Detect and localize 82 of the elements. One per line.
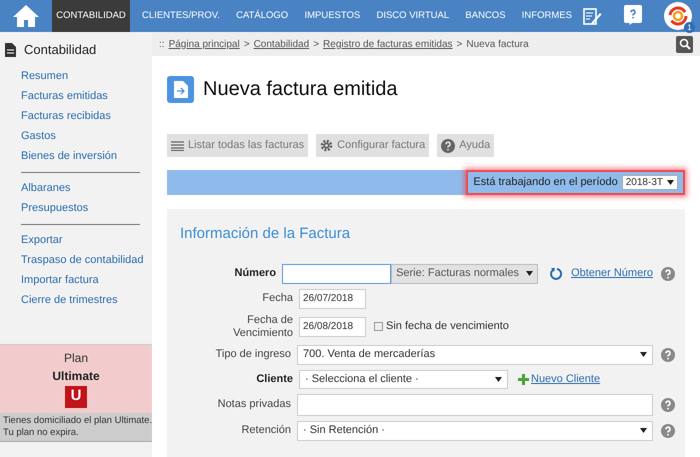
nav-tab[interactable]: CLIENTES/PROV. [138,0,224,32]
breadcrumb-link[interactable]: Página principal [168,36,240,52]
plan-name: Ultimate [52,368,100,384]
plan-note: Tu plan no expira. [3,426,80,438]
number-input[interactable] [282,264,392,284]
help-icon[interactable] [661,348,675,362]
list-icon [171,140,184,150]
nav-tab[interactable]: CATÁLOGO [232,0,292,32]
sidebar-link[interactable]: Facturas emitidas [21,86,108,106]
sidebar-title: Contabilidad [24,41,96,59]
document-icon [5,42,16,57]
plan-note: Tienes domiciliado el plan Ultimate. [3,414,149,426]
period-label: Está trabajando en el período [473,175,618,190]
breadcrumb-separator: > [313,38,320,52]
swirl-logo-icon [668,6,688,26]
sidebar-link[interactable]: Traspaso de contabilidad [21,250,144,270]
new-client-link[interactable]: Nuevo Cliente [531,370,600,388]
sidebar-link[interactable]: Resumen [21,66,68,86]
help-icon [441,138,456,152]
gear-icon [320,139,334,152]
breadcrumb-separator: > [456,38,462,52]
sidebar-link[interactable]: Bienes de inversión [21,146,118,166]
help-icon[interactable] [624,5,642,27]
sidebar-link[interactable]: Albaranes [21,178,71,198]
caret-icon [667,180,674,185]
caret-icon [640,428,647,433]
nav-tab[interactable]: BANCOS [461,0,510,32]
field-label: Cliente [256,372,293,387]
sidebar-link[interactable]: Exportar [21,230,63,250]
field-label: Notas privadas [218,397,291,412]
breadcrumb-separator: > [244,38,250,52]
field-label: Fecha de Vencimiento [233,314,293,340]
field-label: Tipo de ingreso [216,347,291,362]
clipboard-pencil-icon[interactable] [582,6,602,26]
breadcrumb-link[interactable]: Contabilidad [254,36,310,52]
help-icon[interactable] [661,398,675,412]
plan-badge: U [65,386,87,408]
refresh-icon [550,267,564,280]
form-title: Información de la Factura [180,224,352,244]
invoice-icon [167,76,194,102]
nav-tab[interactable]: CONTABILIDAD [52,0,130,32]
toolbar-button[interactable]: Configurar factura [316,134,430,157]
toolbar-button[interactable]: Ayuda [437,134,494,157]
obtain-number-link[interactable]: Obtener Número [571,265,653,282]
caret-icon [495,376,502,382]
nav-tab[interactable]: INFORMES [518,0,576,32]
retention-select[interactable]: · Sin Retención · [297,420,653,440]
sidebar-link[interactable]: Importar factura [21,270,99,290]
field-label: Fecha [262,291,293,306]
private-notes-field[interactable] [297,394,653,416]
help-icon[interactable] [661,424,675,438]
sidebar-link[interactable]: Gastos [21,126,56,146]
search-button[interactable] [676,36,693,52]
income-type-select[interactable]: 700. Venta de mercaderías [297,344,653,364]
notification-badge: 1 [684,22,695,33]
no-due-date-checkbox[interactable] [374,322,383,331]
help-icon[interactable] [661,266,675,280]
breadcrumb-current: Nueva factura [466,38,529,52]
page-title: Nueva factura emitida [203,77,398,102]
avatar-logo[interactable] [664,2,692,30]
nav-tab[interactable]: DISCO VIRTUAL [372,0,454,32]
nav-tab[interactable]: IMPUESTOS [300,0,364,32]
series-select[interactable]: Serie: Facturas normales [391,264,538,284]
client-select[interactable]: · Selecciona el cliente · [299,370,508,388]
sidebar-link[interactable]: Facturas recibidas [21,106,111,126]
plus-icon [518,374,529,384]
breadcrumb-link[interactable]: Registro de facturas emitidas [323,36,453,52]
plan-label: Plan [64,350,88,366]
search-icon [678,38,690,50]
toolbar-button[interactable]: Listar todas las facturas [167,134,308,157]
checkbox-label: Sin fecha de vencimiento [386,319,509,334]
sidebar-link[interactable]: Presupuestos [21,198,88,218]
caret-icon [526,271,534,276]
sidebar-link[interactable]: Cierre de trimestres [21,290,118,310]
home-icon[interactable] [12,4,40,28]
field-label: Retención [241,423,291,438]
period-select[interactable]: 2018-3T [622,175,678,190]
field-label: Número [234,266,276,282]
due-date-input[interactable]: 26/08/2018 [299,316,366,336]
breadcrumb-prefix: :: [159,38,165,52]
date-input[interactable]: 26/07/2018 [299,288,366,308]
caret-icon [640,352,647,357]
